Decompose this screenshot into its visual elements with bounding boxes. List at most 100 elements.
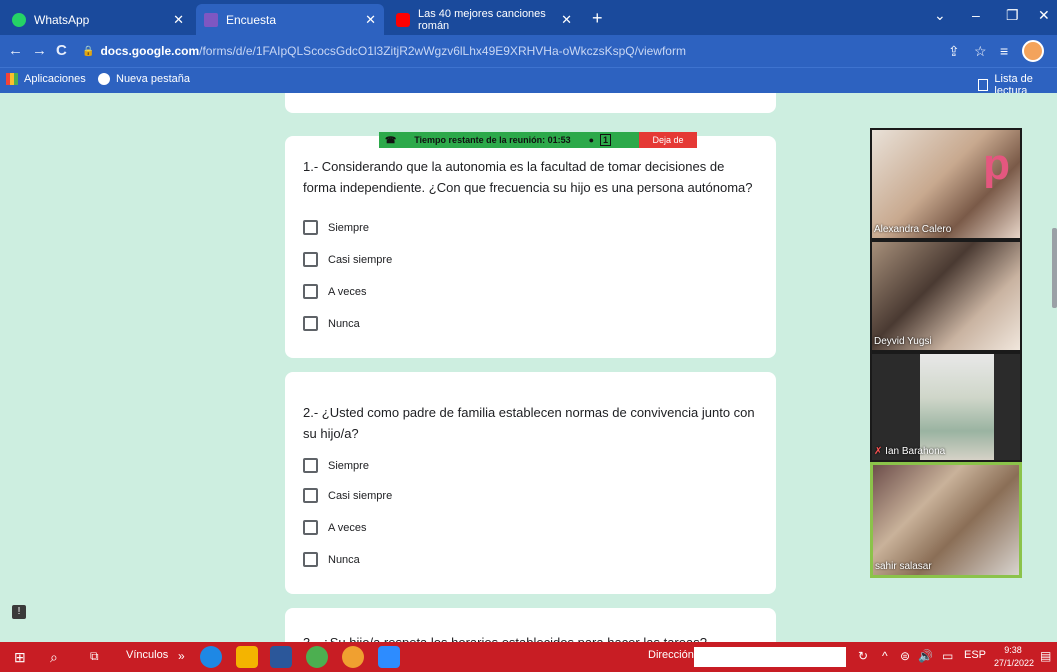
meeting-timer-bar: ☎ Tiempo restante de la reunión: 01:53 ●…	[379, 132, 697, 148]
edge-icon[interactable]	[200, 646, 222, 668]
checkbox[interactable]	[303, 284, 318, 299]
close-icon[interactable]: ✕	[365, 12, 376, 28]
volume-icon[interactable]: 🔊	[918, 649, 933, 663]
tab-search-icon[interactable]: ⌄	[934, 7, 946, 24]
video-tile[interactable]: ✗ Ian Barahona	[870, 352, 1022, 462]
share-icon[interactable]: ⇪	[948, 43, 960, 60]
logo-letter-image: p	[983, 140, 1010, 189]
option-label: Nunca	[328, 553, 360, 566]
zoom-icon[interactable]	[378, 646, 400, 668]
phone-icon: ☎	[385, 134, 397, 145]
search-icon[interactable]: ⌕	[50, 649, 58, 666]
option-label: Siempre	[328, 459, 369, 472]
checkbox[interactable]	[303, 552, 318, 567]
question-card-3: 3.- ¿Su hijo/a respeta los horarios esta…	[285, 608, 776, 642]
file-explorer-icon[interactable]	[236, 646, 258, 668]
chrome-icon[interactable]	[306, 646, 328, 668]
option-siempre[interactable]: Siempre	[303, 458, 369, 473]
participant-name: ✗ Ian Barahona	[874, 446, 945, 457]
form-content: 1.- Considerando que la autonomia es la …	[0, 93, 1057, 642]
chevron-up-icon[interactable]: ^	[882, 649, 888, 663]
page-scrollbar[interactable]	[1052, 228, 1057, 308]
forward-icon[interactable]: →	[32, 42, 47, 59]
form-card-previous	[285, 93, 776, 113]
checkbox[interactable]	[303, 316, 318, 331]
chevron-right-icon[interactable]: »	[178, 649, 185, 663]
word-icon[interactable]	[270, 646, 292, 668]
participant-name: Alexandra Calero	[874, 224, 952, 235]
bookmarks-bar: Aplicaciones Nueva pestaña Lista de lect…	[0, 67, 1057, 97]
refresh-icon[interactable]: ↻	[858, 649, 868, 663]
address-bar: ← → C 🔒 docs.google.com/forms/d/e/1FAIpQ…	[0, 35, 1057, 67]
minimize-icon[interactable]: –	[972, 7, 980, 23]
address-toolbar-input[interactable]	[694, 647, 846, 667]
stop-label: Deja de	[652, 135, 684, 145]
video-tile-active-speaker[interactable]: sahir salasar	[870, 462, 1022, 578]
url-field[interactable]: 🔒 docs.google.com/forms/d/e/1FAIpQLScocs…	[82, 39, 912, 63]
links-toolbar-label[interactable]: Vínculos	[126, 649, 168, 661]
network-icon[interactable]: ⊜	[900, 649, 910, 663]
windows-taskbar: ⊞ ⌕ ⧉ Vínculos » Dirección ⌄ ↻ ^ ⊜ 🔊 ▭ E…	[0, 642, 1057, 672]
close-window-icon[interactable]: ✕	[1038, 7, 1050, 24]
checkbox[interactable]	[303, 488, 318, 503]
clock-date: 27/1/2022	[994, 658, 1035, 668]
apps-grid-icon	[6, 73, 18, 85]
youtube-icon	[396, 12, 410, 27]
participant-name: Deyvid Yugsi	[874, 336, 932, 347]
task-view-icon[interactable]: ⧉	[90, 649, 99, 664]
option-casi-siempre[interactable]: Casi siempre	[303, 488, 392, 503]
windows-start-icon[interactable]: ⊞	[14, 649, 26, 666]
option-label: Nunca	[328, 317, 360, 330]
address-toolbar-label: Dirección	[648, 649, 694, 661]
option-casi-siempre[interactable]: Casi siempre	[303, 252, 392, 267]
option-label: Siempre	[328, 221, 369, 234]
media-control-icon[interactable]: ≡	[1000, 43, 1008, 59]
question-text: 1.- Considerando que la autonomia es la …	[303, 159, 753, 195]
tab-youtube[interactable]: Las 40 mejores canciones román ✕	[388, 4, 580, 35]
close-icon[interactable]: ✕	[561, 12, 572, 28]
stop-sharing-button[interactable]: Deja de	[639, 132, 697, 148]
checkbox[interactable]	[303, 220, 318, 235]
video-tile[interactable]: Deyvid Yugsi	[870, 240, 1022, 352]
security-icon: ●	[588, 135, 595, 145]
bookmark-star-icon[interactable]: ☆	[974, 43, 987, 60]
video-tile[interactable]: p Alexandra Calero	[870, 128, 1022, 240]
option-nunca[interactable]: Nunca	[303, 316, 360, 331]
browser-tab-bar: WhatsApp ✕ Encuesta ✕ Las 40 mejores can…	[0, 0, 1057, 35]
option-siempre[interactable]: Siempre	[303, 220, 369, 235]
bookmark-apps[interactable]: Aplicaciones	[6, 73, 86, 85]
checkbox[interactable]	[303, 252, 318, 267]
report-problem-icon[interactable]: !	[12, 605, 26, 619]
bookmark-new-tab[interactable]: Nueva pestaña	[98, 73, 190, 85]
lock-icon: 🔒	[82, 45, 95, 57]
meeting-time-remaining: Tiempo restante de la reunión: 01:53	[414, 135, 571, 145]
option-a-veces[interactable]: A veces	[303, 520, 367, 535]
option-nunca[interactable]: Nunca	[303, 552, 360, 567]
option-label: Casi siempre	[328, 489, 393, 502]
option-label: A veces	[328, 285, 367, 298]
reload-icon[interactable]: C	[56, 42, 67, 59]
restore-icon[interactable]: ❐	[1006, 7, 1019, 24]
question-text: 2.- ¿Usted como padre de familia estable…	[303, 405, 755, 441]
option-a-veces[interactable]: A veces	[303, 284, 367, 299]
language-indicator[interactable]: ESP	[964, 649, 986, 661]
chrome-profile-icon[interactable]	[342, 646, 364, 668]
participant-name-text: Ian Barahona	[885, 446, 946, 457]
new-tab-button[interactable]: +	[592, 8, 603, 29]
tab-encuesta[interactable]: Encuesta ✕	[196, 4, 384, 35]
checkbox[interactable]	[303, 520, 318, 535]
battery-icon[interactable]: ▭	[942, 649, 953, 663]
back-icon[interactable]: ←	[8, 42, 23, 59]
tab-title: WhatsApp	[34, 12, 90, 27]
close-icon[interactable]: ✕	[173, 12, 184, 28]
google-forms-icon	[204, 12, 218, 27]
whatsapp-icon	[12, 12, 26, 27]
notification-icon[interactable]: ▤	[1040, 649, 1051, 663]
profile-avatar[interactable]	[1022, 40, 1044, 62]
checkbox[interactable]	[303, 458, 318, 473]
participant-name: sahir salasar	[875, 561, 932, 572]
clock[interactable]: 9:38 27/1/2022	[994, 644, 1035, 670]
tab-title: Las 40 mejores canciones román	[418, 7, 546, 32]
tab-whatsapp[interactable]: WhatsApp ✕	[4, 4, 192, 35]
chevron-down-icon[interactable]: ⌄	[834, 649, 844, 663]
